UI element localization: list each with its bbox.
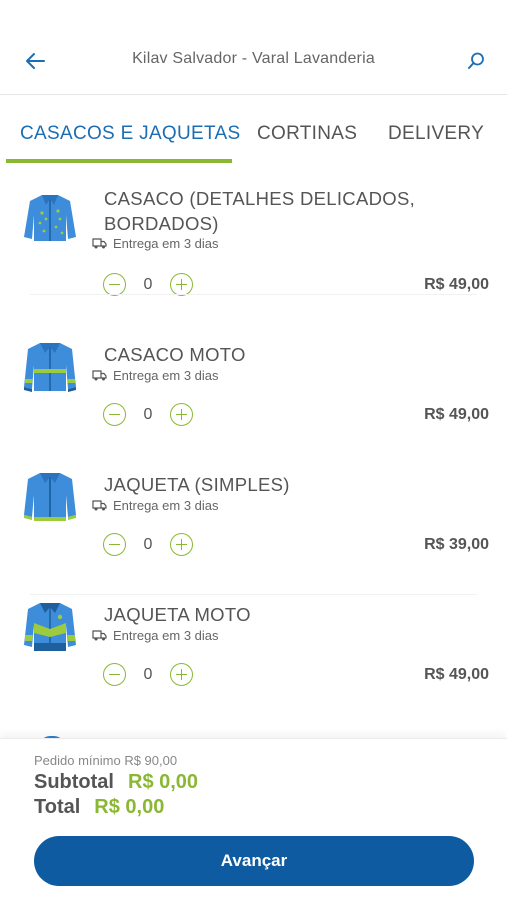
- item-price: R$ 49,00: [424, 406, 489, 423]
- total-value: R$ 0,00: [94, 796, 165, 818]
- minus-icon: [109, 283, 120, 286]
- subtotal-row: Subtotal R$ 0,00: [34, 771, 198, 794]
- list-item: CASACO (DETALHES DELICADOS, BORDADOS) En…: [0, 165, 507, 296]
- app-header: Kilav Salvador - Varal Lavanderia: [0, 0, 507, 95]
- delivery-text: Entrega em 3 dias: [113, 628, 219, 643]
- delivery-text: Entrega em 3 dias: [113, 236, 219, 251]
- tab-delivery[interactable]: DELIVERY: [388, 123, 484, 145]
- quantity-value: 0: [143, 665, 153, 683]
- delivery-info: Entrega em 3 dias: [92, 236, 219, 251]
- quantity-stepper: 0: [103, 533, 193, 556]
- quantity-value: 0: [143, 275, 153, 293]
- item-name: CASACO (DETALHES DELICADOS, BORDADOS): [104, 188, 416, 234]
- minus-icon: [109, 543, 120, 546]
- delivery-text: Entrega em 3 dias: [113, 498, 219, 513]
- page-title: Kilav Salvador - Varal Lavanderia: [132, 50, 375, 67]
- total-label: Total: [34, 796, 81, 818]
- quantity-stepper: 0: [103, 663, 193, 686]
- arrow-left-icon: [26, 53, 45, 69]
- minus-icon: [109, 673, 120, 676]
- product-list[interactable]: CASACO (DETALHES DELICADOS, BORDADOS) En…: [0, 165, 507, 740]
- back-button[interactable]: [20, 47, 50, 75]
- increase-button[interactable]: [170, 533, 193, 556]
- search-icon: [468, 52, 484, 69]
- truck-icon: [92, 370, 107, 381]
- total-row: Total R$ 0,00: [34, 796, 164, 819]
- minimum-order-text: Pedido mínimo R$ 90,00: [34, 753, 178, 768]
- decrease-button[interactable]: [103, 663, 126, 686]
- truck-icon: [92, 238, 107, 249]
- list-item: CASACO MOTO Entrega em 3 dias 0 R$ 49,00: [0, 295, 507, 426]
- subtotal-value: R$ 0,00: [128, 771, 199, 793]
- increase-button[interactable]: [170, 663, 193, 686]
- jacket-icon: [24, 195, 76, 241]
- order-summary: Pedido mínimo R$ 90,00 Subtotal R$ 0,00 …: [0, 738, 507, 900]
- active-tab-indicator: [6, 159, 232, 163]
- quantity-value: 0: [143, 405, 153, 423]
- advance-button[interactable]: Avançar: [34, 836, 474, 886]
- delivery-text: Entrega em 3 dias: [113, 368, 219, 383]
- moto-jacket-icon: [24, 603, 76, 651]
- item-name: JAQUETA MOTO: [104, 604, 251, 625]
- subtotal-label: Subtotal: [34, 771, 114, 793]
- jacket-icon: [24, 473, 76, 521]
- list-item: JAQUETA MOTO Entrega em 3 dias 0 R$ 49,0…: [0, 585, 507, 715]
- increase-button[interactable]: [170, 403, 193, 426]
- search-button[interactable]: [463, 47, 489, 75]
- delivery-info: Entrega em 3 dias: [92, 628, 219, 643]
- increase-button[interactable]: [170, 273, 193, 296]
- quantity-stepper: 0: [103, 403, 193, 426]
- decrease-button[interactable]: [103, 273, 126, 296]
- list-item: JAQUETA (SIMPLES) Entrega em 3 dias 0 R$…: [0, 455, 507, 595]
- item-price: R$ 39,00: [424, 536, 489, 553]
- item-name: JAQUETA (SIMPLES): [104, 474, 290, 495]
- truck-icon: [92, 500, 107, 511]
- delivery-info: Entrega em 3 dias: [92, 368, 219, 383]
- delivery-info: Entrega em 3 dias: [92, 498, 219, 513]
- moto-jacket-icon: [24, 343, 76, 392]
- minus-icon: [109, 413, 120, 416]
- item-price: R$ 49,00: [424, 666, 489, 683]
- truck-icon: [92, 630, 107, 641]
- decrease-button[interactable]: [103, 403, 126, 426]
- item-price: R$ 49,00: [424, 276, 489, 293]
- decrease-button[interactable]: [103, 533, 126, 556]
- category-tabs: CASACOS E JAQUETAS CORTINAS DELIVERY: [0, 95, 507, 165]
- tab-cortinas[interactable]: CORTINAS: [257, 123, 357, 145]
- quantity-value: 0: [143, 535, 153, 553]
- quantity-stepper: 0: [103, 273, 193, 296]
- tab-casacos-e-jaquetas[interactable]: CASACOS E JAQUETAS: [20, 123, 240, 145]
- item-name: CASACO MOTO: [104, 344, 246, 365]
